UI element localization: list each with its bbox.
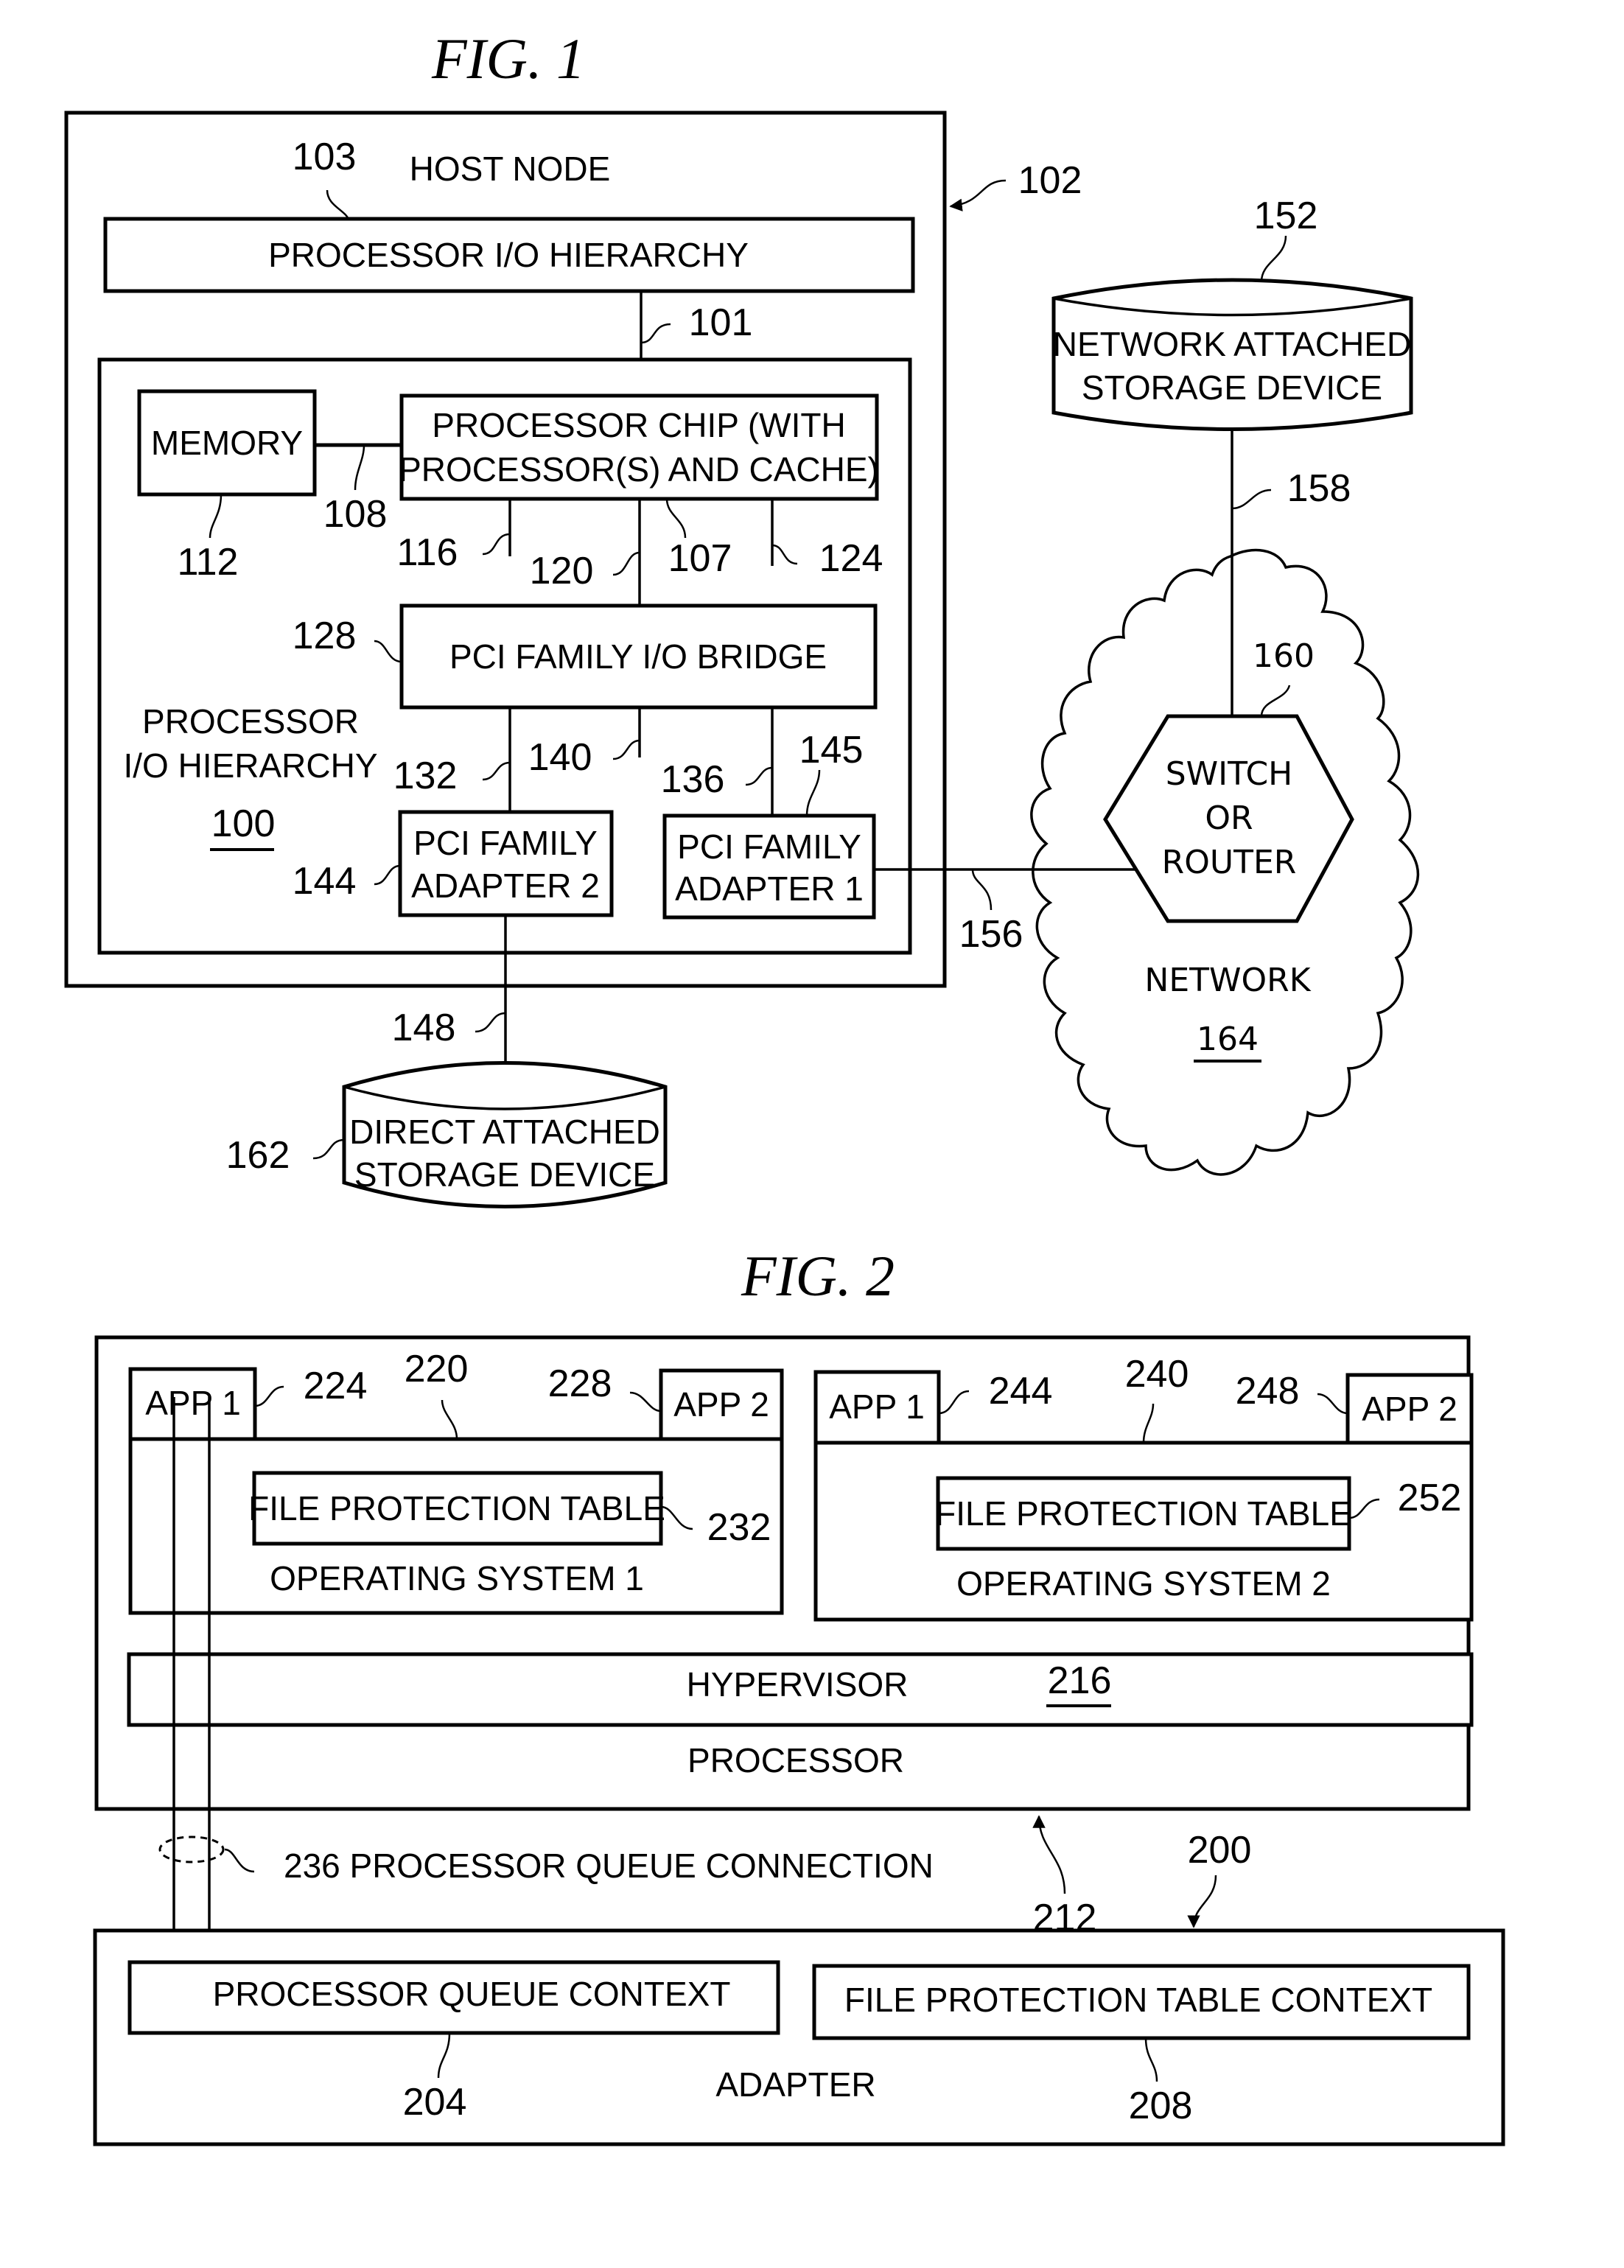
svg-text:OR: OR [1205,799,1253,837]
svg-text:PROCESSOR QUEUE CONTEXT: PROCESSOR QUEUE CONTEXT [213,1975,731,2013]
svg-text:STORAGE DEVICE: STORAGE DEVICE [354,1155,655,1194]
svg-text:APP 1: APP 1 [829,1387,925,1426]
svg-text:PCI FAMILY: PCI FAMILY [413,824,598,862]
ref-224: 224 [304,1365,368,1407]
switch-router: SWITCH OR ROUTER [1103,714,1354,923]
svg-text:APP 2: APP 2 [673,1385,769,1424]
svg-text:PCI FAMILY: PCI FAMILY [677,827,861,866]
svg-text:PROCESSOR(S) AND CACHE): PROCESSOR(S) AND CACHE) [399,450,879,489]
network-attached-storage: NETWORK ATTACHED STORAGE DEVICE [1051,278,1413,431]
ref-228: 228 [548,1362,612,1405]
host-node-label: HOST NODE [410,150,611,188]
ref-156: 156 [959,913,1023,956]
svg-text:FILE PROTECTION TABLE CONTEXT: FILE PROTECTION TABLE CONTEXT [844,1981,1432,2019]
ref-162: 162 [226,1134,290,1177]
svg-text:OPERATING SYSTEM 2: OPERATING SYSTEM 2 [956,1564,1331,1603]
ref-148: 148 [392,1007,456,1049]
adapter-box: ADAPTER PROCESSOR QUEUE CONTEXT FILE PRO… [93,1928,1505,2146]
ref-116: 116 [397,531,458,574]
svg-text:ADAPTER 1: ADAPTER 1 [675,869,864,908]
pci-adapter-2-box: PCI FAMILY ADAPTER 2 [398,810,614,917]
svg-text:FILE PROTECTION TABLE: FILE PROTECTION TABLE [248,1489,665,1527]
ref-244: 244 [989,1370,1053,1413]
svg-text:APP 2: APP 2 [1362,1390,1457,1428]
processor-chip-box: PROCESSOR CHIP (WITH PROCESSOR(S) AND CA… [399,393,879,501]
ref-108: 108 [323,493,388,536]
ref-204: 204 [403,2081,467,2124]
ref-101: 101 [689,301,753,344]
svg-text:MEMORY: MEMORY [151,424,303,462]
ref-152: 152 [1254,195,1318,237]
svg-text:PROCESSOR: PROCESSOR [687,1741,904,1779]
svg-text:FILE PROTECTION TABLE: FILE PROTECTION TABLE [935,1494,1352,1533]
ref-136: 136 [661,758,725,801]
ref-208: 208 [1129,2085,1193,2127]
ref-252: 252 [1398,1477,1462,1519]
svg-text:NETWORK: NETWORK [1144,962,1311,999]
ref-164: 164 [1197,1021,1259,1058]
svg-text:PROCESSOR: PROCESSOR [142,702,359,741]
ref-112: 112 [178,541,239,584]
svg-text:236 PROCESSOR QUEUE CONNECTION: 236 PROCESSOR QUEUE CONNECTION [284,1847,934,1885]
svg-text:HYPERVISOR: HYPERVISOR [687,1665,909,1704]
svg-text:PROCESSOR I/O HIERARCHY: PROCESSOR I/O HIERARCHY [268,236,749,274]
ref-248: 248 [1236,1370,1300,1413]
ref-145: 145 [799,729,864,771]
ref-107: 107 [668,537,732,580]
ref-160: 160 [1253,637,1315,675]
pci-bridge-box: PCI FAMILY I/O BRIDGE [399,603,878,710]
direct-attached-storage: DIRECT ATTACHED STORAGE DEVICE [342,1061,668,1208]
ref-240: 240 [1125,1353,1189,1396]
ref-103: 103 [293,136,357,178]
svg-text:PROCESSOR CHIP (WITH: PROCESSOR CHIP (WITH [432,406,845,444]
svg-text:ADAPTER 2: ADAPTER 2 [411,867,600,905]
ref-220: 220 [405,1348,469,1390]
svg-text:ROUTER: ROUTER [1162,844,1297,881]
svg-text:STORAGE DEVICE: STORAGE DEVICE [1082,368,1382,407]
ref-124: 124 [819,537,883,580]
svg-text:PCI FAMILY I/O BRIDGE: PCI FAMILY I/O BRIDGE [449,637,827,676]
svg-text:DIRECT ATTACHED: DIRECT ATTACHED [349,1113,660,1151]
pci-adapter-1-box: PCI FAMILY ADAPTER 1 [662,813,876,920]
ref-120: 120 [530,550,594,592]
ref-200: 200 [1188,1829,1252,1872]
ref-140: 140 [528,736,592,779]
svg-text:ADAPTER: ADAPTER [715,2065,875,2104]
ref-102: 102 [1018,159,1082,202]
ref-158: 158 [1287,467,1351,510]
svg-text:I/O HIERARCHY: I/O HIERARCHY [123,746,377,785]
processor-io-hierarchy-bar: PROCESSOR I/O HIERARCHY [103,217,915,293]
ref-132: 132 [393,755,458,797]
hypervisor-bar: HYPERVISOR 216 [127,1652,1474,1727]
svg-text:NETWORK ATTACHED: NETWORK ATTACHED [1053,325,1411,363]
ref-100: 100 [211,802,276,845]
memory-box: MEMORY [137,389,317,497]
fig1-title: FIG. 1 [431,27,585,91]
ref-144: 144 [293,860,357,903]
fig2-title: FIG. 2 [741,1244,895,1308]
svg-text:OPERATING SYSTEM 1: OPERATING SYSTEM 1 [270,1559,644,1597]
ref-216: 216 [1048,1659,1112,1702]
ref-128: 128 [293,615,357,657]
svg-text:SWITCH: SWITCH [1166,755,1293,793]
ref-232: 232 [707,1506,771,1549]
svg-text:APP 1: APP 1 [145,1384,241,1422]
patent-drawing: FIG. 1 HOST NODE 103 102 PROCESSOR I/O H… [64,27,1505,2146]
